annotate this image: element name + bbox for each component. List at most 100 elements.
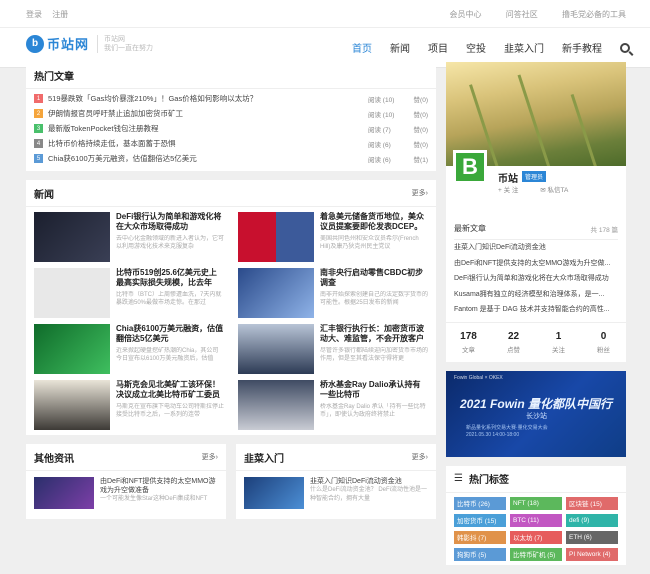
hot-article-title[interactable]: 伊朗情报官员呼吁禁止追加加密货币矿工 xyxy=(48,108,368,119)
hot-article-row[interactable]: 3 最新版TokenPocket钱包注册教程 阅读 (7) 赞(0) xyxy=(34,121,428,136)
other-news-card: 其他资讯 更多› 由DeFi和NFT提供支持的太空MMO游戏为升空做准备 一个可能… xyxy=(26,444,226,519)
register-link[interactable]: 注册 xyxy=(52,10,68,19)
news-item[interactable]: DeFi银行认为简单和游戏化将在大众市场取得成功去中心化金融领域的新进入者认为，… xyxy=(34,212,228,262)
latest-article-link[interactable]: 由DeFi和NFT提供支持的太空MMO游戏为升空做... xyxy=(454,256,618,272)
tag-link[interactable]: 加密货币 (15) xyxy=(454,513,506,527)
news-item-desc: 美国共同色州和安众议员希尔(French Hill)及康乃狄克州民主党议 xyxy=(320,236,419,250)
news-item-title[interactable]: 比特币519创25.6亿美元史上最高实际损失规模，比去年312高 xyxy=(116,268,224,288)
tag-link[interactable]: 狗狗币 (5) xyxy=(454,547,506,561)
stat-value: 1 xyxy=(555,330,562,342)
news-item-desc: 近来掀起硬盘挖矿热潮的Chia，其公司今日宣布以6100万美元融资后，估值 xyxy=(116,348,219,362)
tag-link[interactable]: PI Network (4) xyxy=(566,547,618,561)
author-card: B 币站 管理员 + 关 注 ✉ 私信TA 最新文章 共 178 篇 韭菜入门知… xyxy=(446,62,626,362)
ad-city: 长沙站 xyxy=(526,412,547,420)
news-item-title[interactable]: 南非央行启动零售CBDC初步调查 xyxy=(320,268,428,288)
news-item-desc: 桥水基金Ray Dalio 承认「持有一些比特币」，即使认为政府终将禁止 xyxy=(320,404,426,418)
hot-article-title[interactable]: Chia获6100万美元融资，估值翻倍达5亿美元 xyxy=(48,153,368,164)
ad-title: 2021 Fowin 量化都队中国行 xyxy=(460,396,613,411)
avatar[interactable]: B xyxy=(453,150,487,184)
stat-label: 关注 xyxy=(552,346,565,354)
news-item[interactable]: 南非央行启动零售CBDC初步调查 南非开始探索创建自己的法定数字货币的可能性。根据… xyxy=(238,268,432,318)
news-item[interactable]: 马斯克会见北美矿工该环保！决议成立北美比特币矿工委员会， 马斯克在宣布旗下电动车公… xyxy=(34,380,228,430)
news-thumbnail xyxy=(34,268,110,318)
tag-link[interactable]: ETH (6) xyxy=(566,530,618,544)
tag-link[interactable]: 以太坊 (7) xyxy=(510,530,562,544)
stat-value: 0 xyxy=(600,330,607,342)
logo-name: 币站网 xyxy=(47,37,90,52)
stat-label: 粉丝 xyxy=(597,346,610,354)
list-item[interactable]: 由DeFi和NFT提供支持的太空MMO游戏为升空做准备 一个可能发生像Star这种… xyxy=(34,477,218,509)
topbar: 登录 注册 会员中心 问答社区 撸毛党必备的工具 xyxy=(0,0,650,28)
news-item-title[interactable]: DeFi银行认为简单和游戏化将在大众市场取得成功 xyxy=(116,212,224,232)
ad-subtitle: 新品量化系列交易大赛·量化交易大会 2021.05.30 14:00-18:00 xyxy=(466,424,548,438)
news-item[interactable]: Chia获6100万美元融资，估值翻倍达5亿美元近来掀起硬盘挖矿热潮的Chia，… xyxy=(34,324,228,374)
news-more-link[interactable]: 更多› xyxy=(412,188,428,198)
news-thumbnail xyxy=(238,380,314,430)
search-icon[interactable] xyxy=(620,43,630,53)
beginner-title: 韭菜入门 xyxy=(244,453,284,465)
main-column: 热门文章 1 519暴跌致「Gas均价暴涨210%」！Gas价格如何影响以太坊？阅… xyxy=(26,62,436,528)
tag-link[interactable]: defi (9) xyxy=(566,513,618,527)
news-item-title[interactable]: Chia获6100万美元融资，估值翻倍达5亿美元 xyxy=(116,324,224,344)
tag-link[interactable]: 区块链 (15) xyxy=(566,496,618,510)
latest-article-link[interactable]: Kusama拥有独立的经济模型和治理体系，是一... xyxy=(454,287,618,303)
latest-article-link[interactable]: Fantom 是基于 DAG 技术并支持智能合约的高性... xyxy=(454,302,618,318)
list-item[interactable]: 韭菜入门知识DeFi流动资金池 什么是DeFi流动资金池？ DeFi流动性池是一种… xyxy=(244,477,428,509)
ad-banner[interactable]: Fowin Global × OKEX 2021 Fowin 量化都队中国行 长… xyxy=(446,370,626,457)
news-thumbnail xyxy=(238,268,314,318)
news-item-desc: 去中心化金融领域的新进入者认为，它可以利用游戏化技术来克服复杂 xyxy=(116,236,224,250)
read-count: 阅读 (10) xyxy=(368,96,395,104)
hot-article-title[interactable]: 最新版TokenPocket钱包注册教程 xyxy=(48,123,368,134)
hot-tags-title: 热门标签 xyxy=(468,475,509,486)
tag-link[interactable]: 韩影抖 (7) xyxy=(454,530,506,544)
hot-article-title[interactable]: 比特币价格持续走低，基本面蓄于恐惧 xyxy=(48,138,368,149)
login-link[interactable]: 登录 xyxy=(26,10,42,19)
site-logo[interactable]: b 币站网 币站网 我们一直在努力 xyxy=(26,34,153,53)
rank-badge: 1 xyxy=(34,94,43,103)
hot-article-title[interactable]: 519暴跌致「Gas均价暴涨210%」！Gas价格如何影响以太坊？ xyxy=(48,93,368,104)
news-item[interactable]: 汇丰银行执行长：加密货币波动大、难监管，不会开放客户尽管许多银行都陆续迎向加密货… xyxy=(238,324,432,374)
news-item[interactable]: 比特币519创25.6亿美元史上最高实际损失规模，比去年312高比特币（BTC）… xyxy=(34,268,228,318)
latest-article-link[interactable]: DeFi银行认为简单和游戏化将在大众市场取得成功 xyxy=(454,271,618,287)
beginner-more-link[interactable]: 更多› xyxy=(412,452,428,462)
news-thumbnail xyxy=(238,212,314,262)
hot-article-row[interactable]: 5 Chia获6100万美元融资，估值翻倍达5亿美元 阅读 (6) 赞(1) xyxy=(34,151,428,166)
read-count: 阅读 (10) xyxy=(368,111,395,119)
news-item-title[interactable]: 桥水基金Ray Dalio承认持有一些比特币 xyxy=(320,380,428,400)
news-item[interactable]: 着急美元储备货币地位，美众议员提案要即伦发表DCEP。美国共同色州和安众议员希尔… xyxy=(238,212,432,262)
read-count: 阅读 (7) xyxy=(368,126,391,134)
tag-link[interactable]: 比特币矿机 (5) xyxy=(510,547,562,561)
latest-article-link[interactable]: 韭菜入门知识DeFi流动资金池 xyxy=(454,240,618,256)
news-item-title[interactable]: 着急美元储备货币地位，美众议员提案要即伦发表DCEP。 xyxy=(320,212,428,232)
news-thumbnail xyxy=(34,212,110,262)
list-item-title: 由DeFi和NFT提供支持的太空MMO游戏为升空做准备 xyxy=(100,478,216,494)
stat-item: 22 点赞 xyxy=(491,331,536,354)
hot-article-row[interactable]: 1 519暴跌致「Gas均价暴涨210%」！Gas价格如何影响以太坊？ 阅读 (10… xyxy=(34,91,428,106)
like-count: 赞(0) xyxy=(413,126,428,134)
hot-article-row[interactable]: 2 伊朗情报官员呼吁禁止追加加密货币矿工 阅读 (10) 赞(0) xyxy=(34,106,428,121)
qa-community-link[interactable]: 问答社区 xyxy=(506,10,538,19)
like-count: 赞(0) xyxy=(413,96,428,104)
news-item-title[interactable]: 马斯克会见北美矿工该环保！决议成立北美比特币矿工委员会， xyxy=(116,380,224,400)
tag-link[interactable]: BTC (11) xyxy=(510,513,562,527)
news-item-title[interactable]: 汇丰银行执行长：加密货币波动大、难监管，不会开放客户 xyxy=(320,324,428,344)
tag-link[interactable]: 比特币 (26) xyxy=(454,496,506,510)
like-count: 赞(0) xyxy=(413,111,428,119)
member-center-link[interactable]: 会员中心 xyxy=(450,10,482,19)
list-item-title: 韭菜入门知识DeFi流动资金池 xyxy=(310,478,402,485)
news-thumbnail xyxy=(34,324,110,374)
follow-label: 关 注 xyxy=(503,187,519,194)
logo-slogan: 币站网 我们一直在努力 xyxy=(97,34,153,53)
hot-article-row[interactable]: 4 比特币价格持续走低，基本面蓄于恐惧 阅读 (6) 赞(0) xyxy=(34,136,428,151)
news-title: 新闻 xyxy=(34,189,54,201)
news-item[interactable]: 桥水基金Ray Dalio承认持有一些比特币桥水基金Ray Dalio 承认「持… xyxy=(238,380,432,430)
news-item-desc: 尽管许多银行都陆续迎向加密货币市场的作用，但是至其看法保守得将更 xyxy=(320,348,428,362)
article-thumbnail xyxy=(34,477,94,509)
follow-button[interactable]: + 关 注 xyxy=(498,187,528,194)
other-news-more-link[interactable]: 更多› xyxy=(202,452,218,462)
tools-link[interactable]: 撸毛党必备的工具 xyxy=(562,10,626,19)
message-button[interactable]: ✉ 私信TA xyxy=(540,187,578,194)
stat-value: 22 xyxy=(507,330,520,342)
stat-label: 点赞 xyxy=(507,346,520,354)
tag-link[interactable]: NFT (18) xyxy=(510,496,562,510)
